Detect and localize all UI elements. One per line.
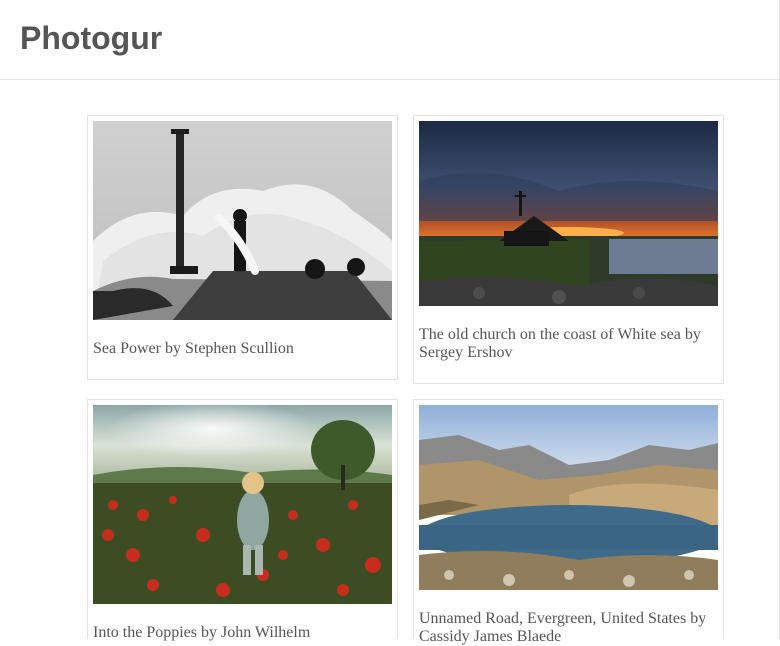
photo-caption: Unnamed Road, Evergreen, United States b… [419, 610, 707, 645]
photo-card[interactable]: Sea Power by Stephen Scullion [87, 115, 398, 380]
photo-card[interactable]: The old church on the coast of White sea… [413, 115, 724, 384]
photo-image[interactable] [419, 405, 718, 590]
top-navbar: Photogur [0, 0, 779, 80]
photo-image[interactable] [93, 405, 392, 604]
photo-image[interactable] [419, 121, 718, 306]
photo-card[interactable]: Into the Poppies by John Wilhelm [87, 399, 398, 641]
photo-card[interactable]: Unnamed Road, Evergreen, United States b… [413, 399, 724, 645]
photo-caption: Into the Poppies by John Wilhelm [93, 624, 311, 641]
photo-caption: The old church on the coast of White sea… [419, 326, 701, 361]
brand-logo-link[interactable]: Photogur [20, 19, 162, 57]
photo-caption: Sea Power by Stephen Scullion [93, 340, 294, 357]
photo-image[interactable] [93, 121, 392, 320]
